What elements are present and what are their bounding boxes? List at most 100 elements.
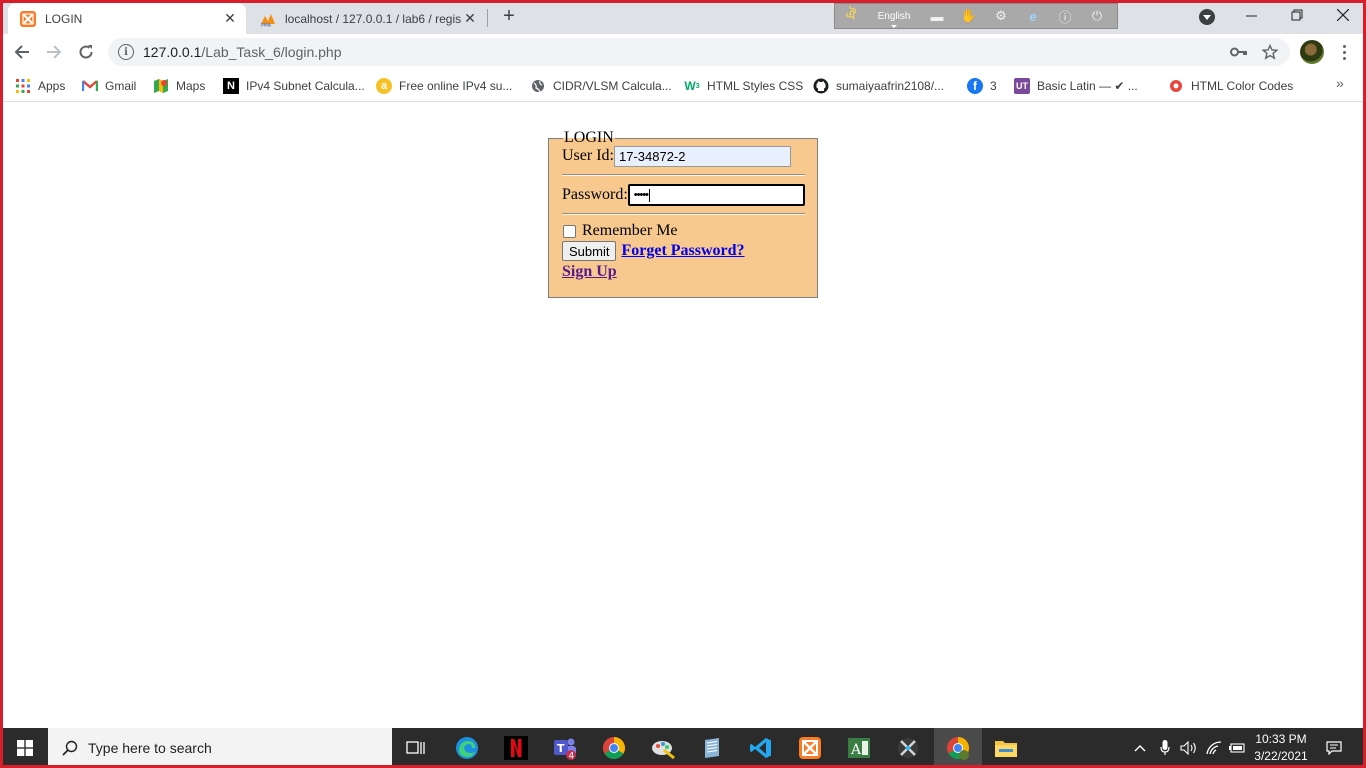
bookmark-html-color-codes[interactable]: HTML Color Codes bbox=[1168, 76, 1293, 96]
key-icon[interactable] bbox=[1228, 41, 1250, 63]
bookmark-label: Free online IPv4 su... bbox=[399, 79, 513, 93]
paint-3d-icon[interactable] bbox=[639, 728, 687, 768]
bookmark-html-styles[interactable]: W3 HTML Styles CSS bbox=[684, 76, 803, 96]
chrome-running-icon[interactable] bbox=[934, 728, 982, 768]
show-hidden-icons-chevron[interactable] bbox=[1130, 728, 1150, 768]
notifications-icon[interactable] bbox=[1320, 728, 1348, 768]
teams-icon[interactable]: T4 bbox=[541, 728, 589, 768]
password-input[interactable]: ••••• bbox=[627, 184, 805, 206]
n-logo-icon: N bbox=[223, 78, 239, 94]
tab-login[interactable]: LOGIN ✕ bbox=[8, 3, 246, 34]
bookmark-free-ipv4[interactable]: a Free online IPv4 su... bbox=[376, 76, 512, 96]
clock-date: 3/22/2021 bbox=[1254, 749, 1308, 763]
bookmark-maps[interactable]: Maps bbox=[153, 76, 205, 96]
facebook-icon: f bbox=[967, 78, 983, 94]
tab-title: localhost / 127.0.0.1 / lab6 / regis bbox=[285, 11, 462, 26]
bookmarks-overflow-icon[interactable]: » bbox=[1336, 75, 1344, 91]
bookmark-label: Basic Latin — ✔ ... bbox=[1037, 79, 1138, 93]
bangla-input-icon[interactable]: ঐ bbox=[840, 7, 862, 25]
bookmark-cidr-vlsm[interactable]: CIDR/VLSM Calcula... bbox=[530, 76, 672, 96]
bookmarks-bar: Apps Gmail Maps N IPv4 Subnet Calcula...… bbox=[0, 70, 1366, 102]
language-bar[interactable]: ঐ English ▬ ✋ ⚙ e ⓘ ⏻ bbox=[834, 3, 1118, 29]
bookmark-label: CIDR/VLSM Calcula... bbox=[553, 79, 672, 93]
submit-button[interactable]: Submit bbox=[562, 241, 617, 261]
battery-icon[interactable] bbox=[1227, 728, 1247, 768]
hand-icon[interactable]: ✋ bbox=[958, 7, 980, 25]
system-clock[interactable]: 10:33 PM 3/22/2021 bbox=[1246, 731, 1316, 765]
taskbar-search-box[interactable]: Type here to search bbox=[48, 728, 392, 768]
new-tab-button[interactable]: + bbox=[498, 6, 520, 28]
svg-text:T: T bbox=[557, 742, 565, 755]
settings-gear-icon[interactable]: ⚙ bbox=[990, 7, 1012, 25]
task-view-icon[interactable] bbox=[392, 728, 440, 768]
divider bbox=[562, 174, 805, 176]
user-id-label: User Id: bbox=[562, 147, 614, 164]
site-info-icon[interactable]: i bbox=[118, 44, 134, 60]
tab-separator bbox=[487, 9, 488, 27]
close-tab-icon[interactable]: ✕ bbox=[222, 10, 238, 27]
remember-me-label: Remember Me bbox=[582, 222, 678, 239]
bookmark-label: Maps bbox=[176, 79, 206, 93]
power-icon[interactable]: ⏻ bbox=[1086, 7, 1108, 25]
browser-menu-icon[interactable] bbox=[1336, 42, 1352, 62]
bookmark-github[interactable]: sumaiyaafrin2108/... bbox=[813, 76, 944, 96]
wifi-icon[interactable] bbox=[1203, 728, 1225, 768]
help-icon[interactable]: ⓘ bbox=[1054, 7, 1076, 25]
bookmark-star-icon[interactable] bbox=[1259, 41, 1281, 63]
login-form: LOGIN User Id: 17-34872-2 Password: ••••… bbox=[548, 129, 818, 298]
forgot-password-link[interactable]: Forget Password? bbox=[621, 242, 744, 260]
minimize-button[interactable] bbox=[1228, 0, 1274, 30]
keyboard-icon[interactable]: ▬ bbox=[926, 7, 948, 25]
remember-me-checkbox[interactable] bbox=[563, 224, 576, 238]
url-text[interactable]: 127.0.0.1/Lab_Task_6/login.php bbox=[143, 44, 1228, 60]
snipping-tool-icon[interactable] bbox=[884, 728, 932, 768]
font-viewer-icon[interactable]: A bbox=[835, 728, 883, 768]
address-bar[interactable]: i 127.0.0.1/Lab_Task_6/login.php bbox=[108, 38, 1290, 66]
tab-phpmyadmin[interactable]: PMA localhost / 127.0.0.1 / lab6 / regis… bbox=[248, 3, 486, 34]
close-window-button[interactable] bbox=[1320, 0, 1366, 30]
clock-time: 10:33 PM bbox=[1255, 732, 1307, 746]
bookmark-gmail[interactable]: Gmail bbox=[82, 76, 136, 96]
restore-button[interactable] bbox=[1274, 0, 1320, 30]
file-explorer-icon[interactable] bbox=[982, 728, 1030, 768]
bookmark-basic-latin[interactable]: UT Basic Latin — ✔ ... bbox=[1014, 76, 1138, 96]
teams-badge: 4 bbox=[569, 752, 575, 761]
close-tab-icon[interactable]: ✕ bbox=[462, 10, 478, 27]
search-placeholder: Type here to search bbox=[88, 740, 212, 756]
text-caret bbox=[649, 188, 651, 202]
maps-pin-icon bbox=[153, 78, 169, 94]
ie-icon[interactable]: e bbox=[1022, 7, 1044, 25]
bookmark-apps[interactable]: Apps bbox=[15, 76, 65, 96]
reload-button[interactable] bbox=[72, 38, 100, 66]
browser-toolbar: i 127.0.0.1/Lab_Task_6/login.php bbox=[0, 34, 1366, 70]
windows-taskbar: Type here to search T4 A 10:33 PM 3/22/2… bbox=[0, 728, 1366, 768]
netflix-icon[interactable] bbox=[492, 728, 540, 768]
microphone-icon[interactable] bbox=[1155, 728, 1175, 768]
url-host: 127.0.0.1 bbox=[143, 44, 202, 60]
login-legend: LOGIN bbox=[564, 129, 614, 146]
vscode-icon[interactable] bbox=[737, 728, 785, 768]
ut-logo-icon: UT bbox=[1014, 78, 1030, 94]
start-button[interactable] bbox=[3, 728, 47, 768]
notepad-icon[interactable] bbox=[688, 728, 736, 768]
bookmark-facebook[interactable]: f 3 bbox=[967, 76, 997, 96]
chrome-icon[interactable] bbox=[590, 728, 638, 768]
forward-button[interactable] bbox=[40, 38, 68, 66]
password-label: Password: bbox=[562, 186, 628, 203]
svg-text:A: A bbox=[850, 742, 862, 758]
profile-dropdown-icon[interactable] bbox=[1199, 9, 1215, 25]
edge-icon[interactable] bbox=[443, 728, 491, 768]
search-icon bbox=[62, 740, 78, 756]
profile-avatar[interactable] bbox=[1300, 40, 1324, 64]
w3schools-icon: W3 bbox=[684, 79, 700, 93]
volume-icon[interactable] bbox=[1178, 728, 1200, 768]
bookmark-label: Gmail bbox=[105, 79, 137, 93]
bookmark-ipv4-subnet[interactable]: N IPv4 Subnet Calcula... bbox=[223, 76, 365, 96]
user-id-input[interactable]: 17-34872-2 bbox=[613, 145, 791, 167]
xampp-taskbar-icon[interactable] bbox=[786, 728, 834, 768]
sign-up-link[interactable]: Sign Up bbox=[562, 263, 617, 281]
back-button[interactable] bbox=[8, 38, 36, 66]
language-selector[interactable]: English bbox=[867, 11, 921, 28]
bookmark-label: Apps bbox=[38, 79, 66, 93]
a-logo-icon: a bbox=[376, 78, 392, 94]
